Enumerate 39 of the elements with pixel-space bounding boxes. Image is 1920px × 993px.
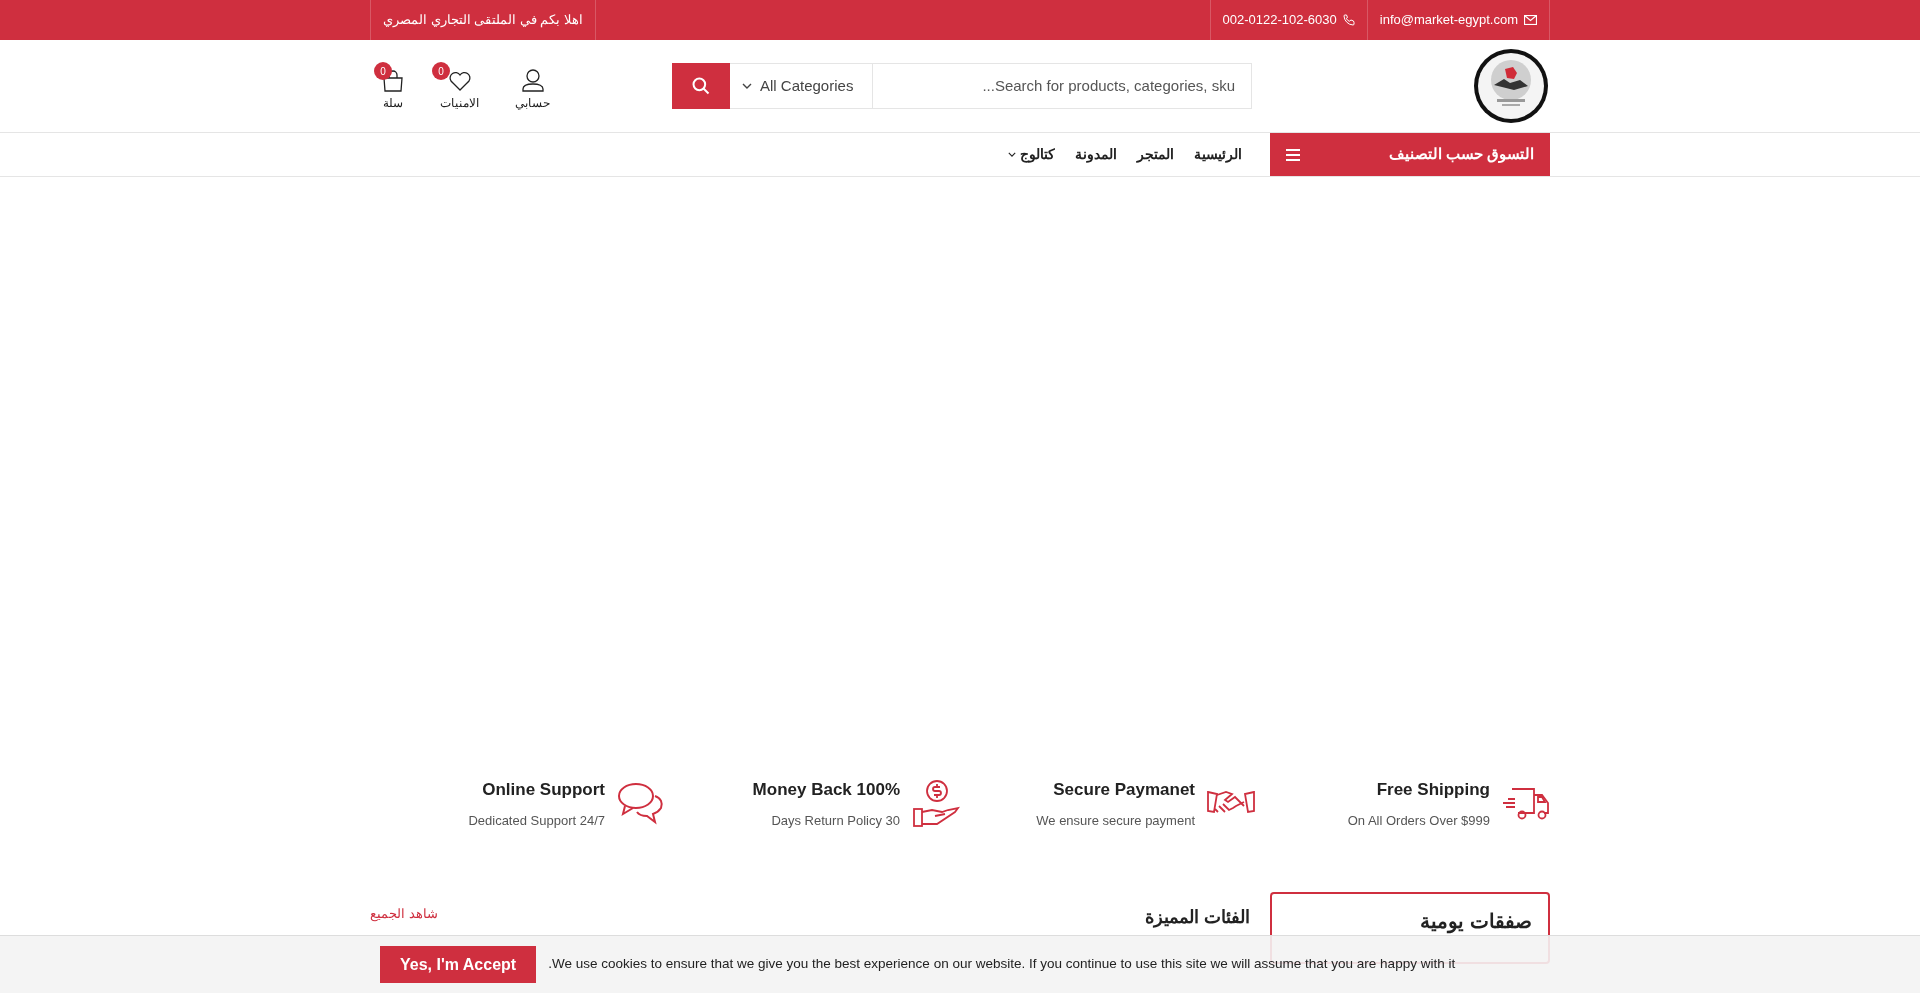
feature-title: Money Back 100% (752, 779, 900, 801)
welcome-text: اهلا بكم في الملتقى التجاري المصري (382, 11, 585, 30)
feature-subtitle: On All Orders Over $999 (1347, 811, 1490, 830)
accept-button[interactable]: Yes, I'm Accept (380, 946, 537, 983)
count-badge: 0 (374, 62, 392, 80)
feature-title: Online Support (482, 779, 605, 801)
search-field[interactable]: ...Search for products, categories, sku (872, 63, 1252, 109)
deals-title: صفقات يومية (1420, 909, 1532, 936)
chevron-down-icon (742, 83, 752, 89)
nav-link[interactable]: كتالوج (1008, 144, 1055, 165)
feature-subtitle: We ensure secure payment (1036, 811, 1195, 830)
nav-link[interactable]: المتجر (1137, 144, 1174, 165)
feature-subtitle: Dedicated Support 24/7 (468, 811, 605, 830)
mail-icon (1524, 15, 1537, 25)
categories-button[interactable]: التسوق حسب التصنيف (1270, 133, 1550, 176)
chevron-down-icon (1008, 152, 1016, 157)
user-icon (520, 68, 545, 92)
category-dropdown[interactable]: All Categories (730, 63, 872, 109)
phone-icon (1342, 14, 1355, 26)
phone-link[interactable]: 002-0122-102-6030 (1222, 10, 1337, 30)
nav-link[interactable]: الرئيسية (1194, 144, 1242, 165)
chat-bubbles-icon (617, 781, 665, 826)
email-link[interactable]: info@market-egypt.com (1379, 10, 1518, 30)
nav-link[interactable]: المدونة (1075, 144, 1117, 165)
search-icon (691, 76, 711, 96)
view-all-link[interactable]: شاهد الجميع (370, 904, 438, 924)
feature-title: Secure Paymanet (1053, 779, 1195, 801)
feature-title: Free Shipping (1376, 779, 1490, 801)
logo-icon (1472, 47, 1550, 125)
hand-coin-icon (912, 778, 960, 829)
menu-icon (1286, 148, 1300, 161)
search-button[interactable] (672, 63, 730, 109)
heart-icon (447, 70, 472, 92)
truck-icon (1502, 786, 1550, 821)
cookie-message: .We use cookies to ensure that we give you the best experience on our website. If you continue to use this site we will assume that you are happy with it (548, 955, 1456, 974)
account-link[interactable]: حسابي (507, 60, 550, 112)
feature-subtitle: Days Return Policy 30 (771, 811, 900, 830)
section-title: الفئات المميزة (1145, 906, 1250, 930)
count-badge: 0 (432, 62, 450, 80)
